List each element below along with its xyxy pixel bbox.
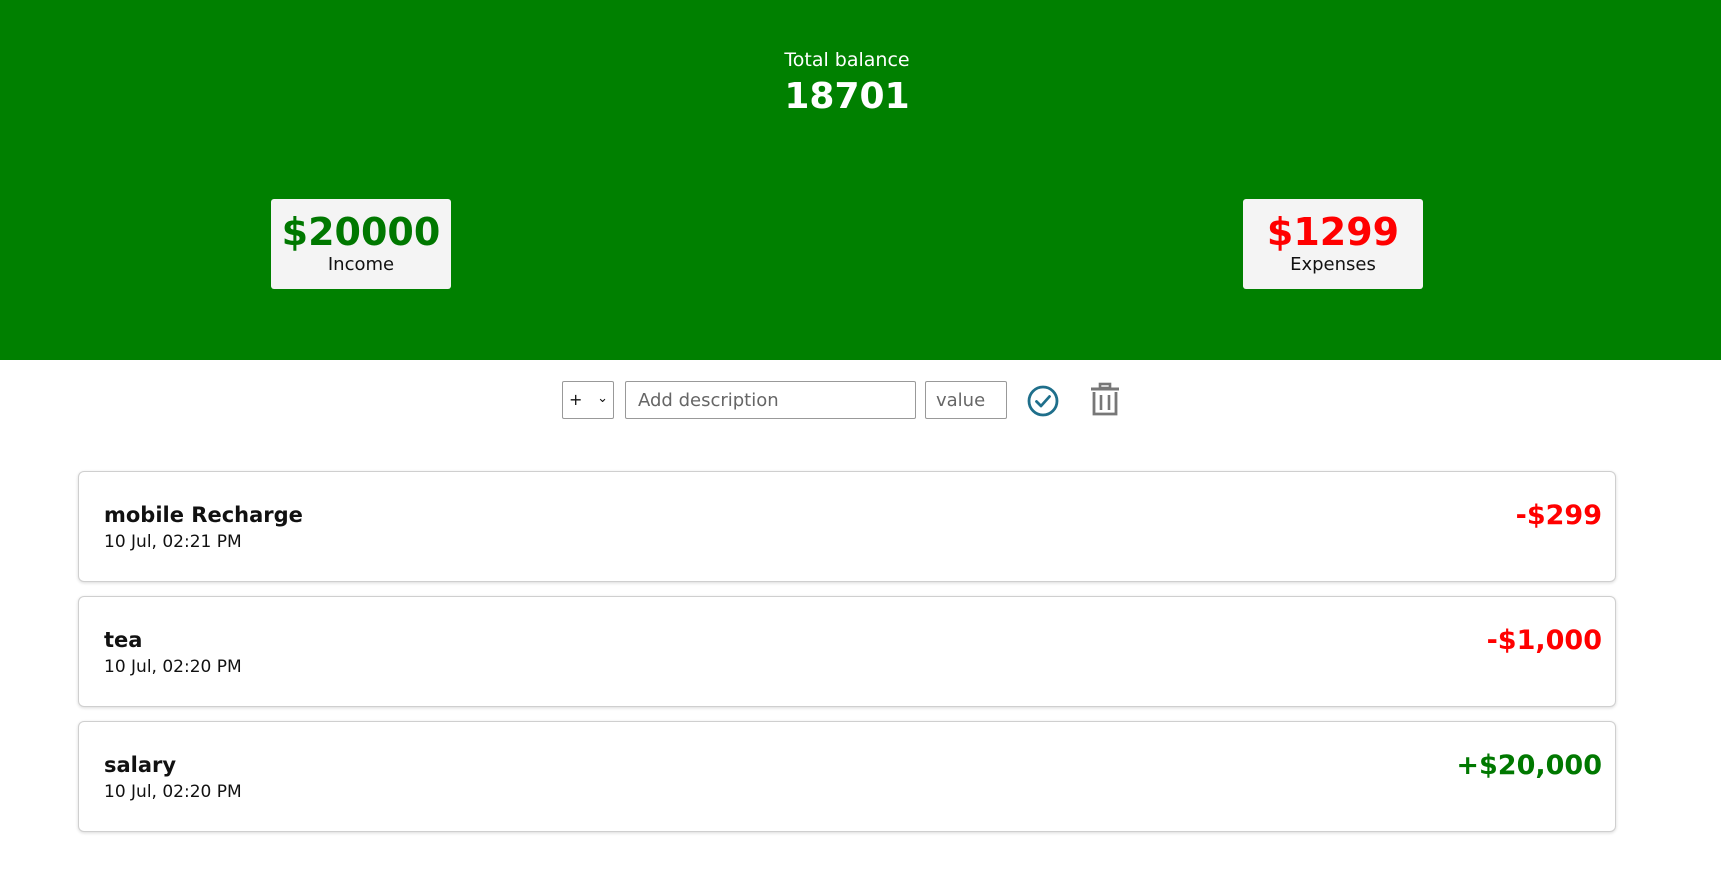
transaction-amount: -$299 [1515,500,1602,531]
transaction-amount: -$1,000 [1486,625,1602,656]
income-label: Income [327,254,395,275]
income-card: $20000 Income [271,199,451,289]
expenses-amount: $1299 [1266,210,1400,254]
check-circle-icon[interactable] [1026,384,1060,418]
transaction-amount: +$20,000 [1456,750,1602,781]
type-select[interactable]: + ⌄ [562,381,614,419]
income-amount: $20000 [281,210,441,254]
transaction-description: mobile Recharge [104,503,303,527]
transaction-date: 10 Jul, 02:20 PM [104,657,242,677]
type-select-value: + [569,390,583,409]
trash-icon[interactable] [1088,382,1122,416]
transaction-row: mobile Recharge 10 Jul, 02:21 PM -$299 [78,471,1616,582]
transaction-row: tea 10 Jul, 02:20 PM -$1,000 [78,596,1616,707]
expenses-label: Expenses [1290,254,1376,275]
transaction-date: 10 Jul, 02:20 PM [104,782,242,802]
total-balance-label: Total balance [784,49,910,71]
expenses-card: $1299 Expenses [1243,199,1423,289]
transaction-list: mobile Recharge 10 Jul, 02:21 PM -$299 t… [78,471,1616,846]
transaction-row: salary 10 Jul, 02:20 PM +$20,000 [78,721,1616,832]
total-balance-value: 18701 [784,76,910,117]
transaction-description: tea [104,628,143,652]
header-banner: Total balance 18701 $20000 Income $1299 … [0,0,1721,360]
description-input[interactable] [625,381,916,419]
transaction-description: salary [104,753,177,777]
transaction-date: 10 Jul, 02:21 PM [104,532,242,552]
value-input[interactable] [925,381,1007,419]
chevron-down-icon: ⌄ [597,391,608,406]
